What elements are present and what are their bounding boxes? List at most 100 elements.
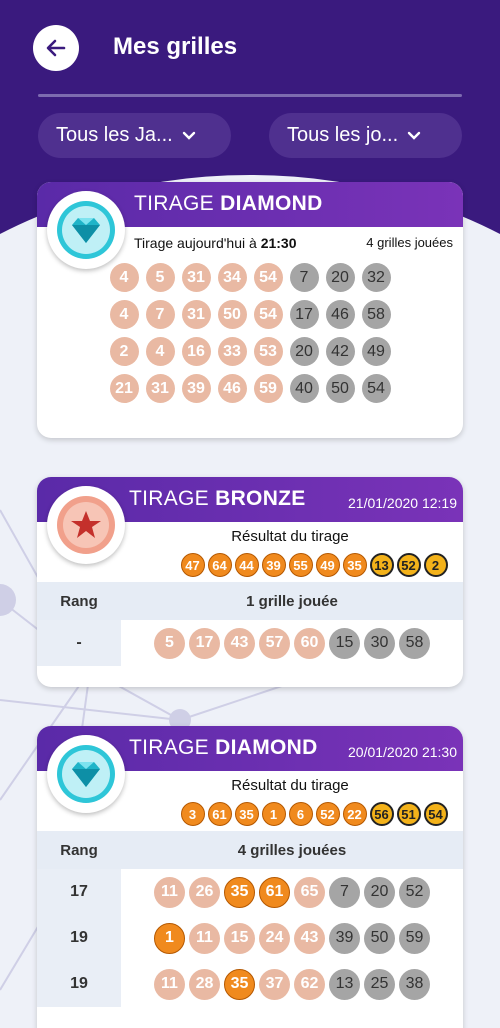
back-button[interactable]	[33, 25, 79, 71]
bonus-ball: 30	[364, 627, 395, 659]
number-ball: 21	[109, 374, 139, 403]
star-icon	[57, 496, 115, 554]
number-ball: 4	[109, 300, 139, 329]
number-ball: 43	[294, 922, 325, 954]
bonus-ball: 39	[329, 922, 360, 954]
chevron-down-icon	[182, 131, 195, 140]
number-ball: 57	[259, 627, 290, 659]
number-ball: 17	[189, 627, 220, 659]
bonus-ball: 40	[289, 374, 319, 403]
grid-table-header: Rang 1 grille jouée	[37, 582, 463, 620]
result-bonus-ball: 54	[423, 802, 448, 826]
draw-name: TIRAGE BRONZE	[129, 487, 306, 510]
day-filter-label: Tous les jo...	[287, 124, 399, 146]
draw-type-filter-label: Tous les Ja...	[56, 124, 173, 146]
number-ball: 54	[253, 263, 283, 292]
grid-row[interactable]: 2 4 16 33 53 20 42 49	[37, 333, 463, 370]
number-ball: 26	[189, 876, 220, 908]
header-divider	[38, 94, 462, 97]
number-ball: 31	[145, 374, 175, 403]
number-ball: 35	[224, 876, 255, 908]
grid-balls: 5 17 43 57 60 15 30 58	[121, 627, 463, 659]
grid-row[interactable]: -5 17 43 57 60 15 30 58	[37, 620, 463, 666]
result-ball: 22	[342, 802, 367, 826]
diamond-icon	[57, 745, 115, 803]
result-bonus-ball: 2	[423, 553, 448, 577]
grid-row[interactable]: 17 11 26 35 61 65 7 20 52	[37, 869, 463, 915]
rank-cell: 19	[37, 961, 121, 1007]
grid-rows: 17 11 26 35 61 65 7 20 52 19 1 11 15 24 43 39 50 59 19 11 28…	[37, 869, 463, 1007]
grid-row[interactable]: 4 7 31 50 54 17 46 58	[37, 296, 463, 333]
bonus-ball: 15	[329, 627, 360, 659]
result-ball: 35	[342, 553, 367, 577]
bonus-ball: 50	[364, 922, 395, 954]
grids-played-count: 4 grilles jouées	[366, 235, 453, 250]
bonus-ball: 20	[325, 263, 355, 292]
number-ball: 53	[253, 337, 283, 366]
grids-played-label: 4 grilles jouées	[237, 841, 347, 859]
number-ball: 65	[294, 876, 325, 908]
diamond-icon	[57, 201, 115, 259]
bonus-ball: 20	[364, 876, 395, 908]
number-ball: 31	[181, 263, 211, 292]
grid-balls: 11 26 35 61 65 7 20 52	[121, 876, 463, 908]
bonus-ball: 58	[399, 627, 430, 659]
bonus-ball: 7	[289, 263, 319, 292]
rank-header: Rang	[60, 841, 98, 859]
result-ball: 35	[234, 802, 259, 826]
grid-row[interactable]: 21 31 39 46 59 40 50 54	[37, 370, 463, 407]
number-ball: 60	[294, 627, 325, 659]
result-ball: 61	[207, 802, 232, 826]
bonus-ball: 25	[364, 968, 395, 1000]
number-ball: 4	[109, 263, 139, 292]
result-bonus-ball: 51	[396, 802, 421, 826]
bonus-ball: 38	[399, 968, 430, 1000]
number-ball: 37	[259, 968, 290, 1000]
draw-name: TIRAGE DIAMOND	[134, 192, 323, 215]
grid-row[interactable]: 19 1 11 15 24 43 39 50 59	[37, 915, 463, 961]
number-ball: 11	[154, 968, 185, 1000]
number-ball: 54	[253, 300, 283, 329]
bonus-ball: 46	[325, 300, 355, 329]
draw-time-text: Tirage aujourd'hui à 21:30	[134, 235, 297, 251]
number-ball: 1	[154, 922, 185, 954]
grid-balls: 11 28 35 37 62 13 25 38	[121, 968, 463, 1000]
number-ball: 5	[154, 627, 185, 659]
draw-date: 21/01/2020 12:19	[348, 495, 457, 511]
grid-row[interactable]: 19 11 28 35 37 62 13 25 38	[37, 961, 463, 1007]
result-bonus-ball: 13	[369, 553, 394, 577]
diamond-badge	[47, 191, 125, 269]
draw-type-filter[interactable]: Tous les Ja...	[38, 113, 231, 158]
result-bonus-ball: 56	[369, 802, 394, 826]
result-ball: 55	[288, 553, 313, 577]
bonus-ball: 49	[361, 337, 391, 366]
bonus-ball: 50	[325, 374, 355, 403]
day-filter[interactable]: Tous les jo...	[269, 113, 462, 158]
bonus-ball: 32	[361, 263, 391, 292]
number-ball: 33	[217, 337, 247, 366]
number-ball: 15	[224, 922, 255, 954]
draw-date: 20/01/2020 21:30	[348, 744, 457, 760]
number-ball: 31	[181, 300, 211, 329]
bonus-ball: 59	[399, 922, 430, 954]
bronze-badge	[47, 486, 125, 564]
number-ball: 61	[259, 876, 290, 908]
number-ball: 24	[259, 922, 290, 954]
number-ball: 4	[145, 337, 175, 366]
diamond-badge	[47, 735, 125, 813]
number-ball: 59	[253, 374, 283, 403]
rank-cell: 19	[37, 915, 121, 961]
result-ball: 52	[315, 802, 340, 826]
number-ball: 39	[181, 374, 211, 403]
number-ball: 35	[224, 968, 255, 1000]
number-ball: 11	[154, 876, 185, 908]
result-ball: 39	[261, 553, 286, 577]
grid-balls: 1 11 15 24 43 39 50 59	[121, 922, 463, 954]
result-ball: 6	[288, 802, 313, 826]
number-ball: 46	[217, 374, 247, 403]
result-ball: 49	[315, 553, 340, 577]
number-ball: 5	[145, 263, 175, 292]
top-bar: Mes grilles	[0, 0, 500, 100]
rank-header: Rang	[60, 592, 98, 610]
number-ball: 11	[189, 922, 220, 954]
